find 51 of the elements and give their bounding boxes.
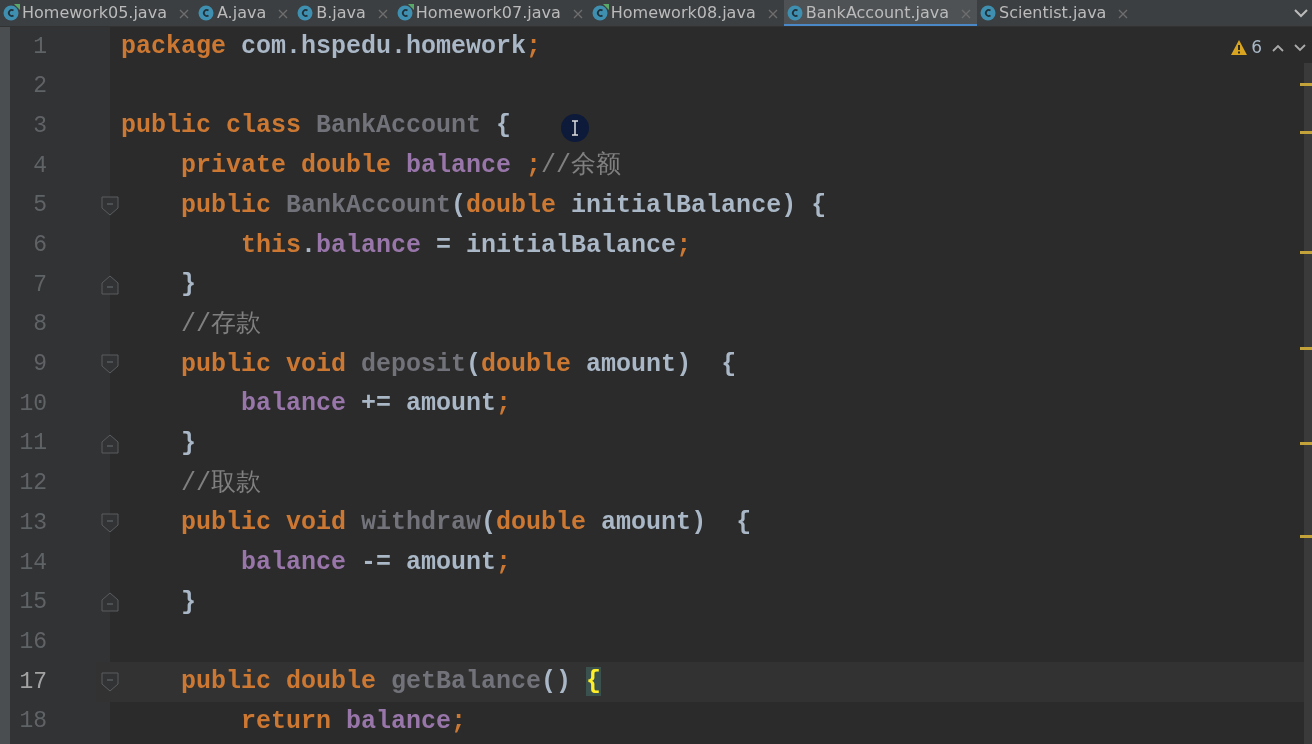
code-line: this.balance = initialBalance; — [240, 229, 692, 262]
mouse-cursor-icon — [560, 113, 590, 143]
warning-marker[interactable] — [1300, 535, 1312, 538]
code-line: package com.hspedu.homework; — [121, 31, 542, 64]
fold-marker-icon[interactable] — [101, 513, 119, 534]
warning-marker[interactable] — [1300, 131, 1312, 134]
close-icon[interactable] — [961, 8, 972, 19]
fold-end-marker-icon[interactable] — [101, 433, 119, 454]
warning-icon[interactable] — [1231, 40, 1248, 56]
fold-marker-icon[interactable] — [101, 354, 119, 375]
fold-marker-icon[interactable] — [101, 671, 119, 692]
line-number: 17 — [18, 667, 47, 697]
warning-count[interactable]: 6 — [1251, 35, 1262, 61]
fold-end-marker-icon[interactable] — [101, 274, 119, 295]
code-line: balance += amount; — [240, 388, 512, 421]
code-line: balance -= amount; — [240, 547, 512, 580]
code-line: //存款 — [180, 308, 261, 341]
file-tab[interactable]: Homework07.java — [393, 0, 589, 26]
warning-marker[interactable] — [1300, 347, 1312, 350]
fold-marker-icon[interactable] — [101, 195, 119, 216]
code-line: } — [180, 586, 196, 619]
warning-marker[interactable] — [1300, 442, 1312, 445]
code-line: public BankAccount(double initialBalance) { — [180, 189, 827, 222]
fold-end-marker-icon[interactable] — [101, 592, 119, 613]
code-line: //取款 — [180, 467, 261, 500]
close-icon[interactable] — [278, 8, 289, 19]
code-line: private double balance ;//余额 — [180, 150, 622, 183]
code-line: public void deposit(double amount) { — [180, 348, 737, 381]
warning-marker[interactable] — [1300, 83, 1312, 86]
next-icon[interactable] — [1294, 43, 1306, 52]
close-icon[interactable] — [1118, 8, 1129, 19]
file-tab[interactable]: BankAccount.java — [783, 0, 978, 26]
code-line: public void withdraw(double amount) { — [180, 507, 752, 540]
file-tab[interactable]: Homework05.java — [0, 0, 195, 26]
code-line: } — [180, 269, 196, 302]
previous-icon[interactable] — [1272, 43, 1284, 52]
scrollbar[interactable] — [1304, 63, 1312, 744]
code-line: public double getBalance() { — [180, 666, 602, 699]
code-line: public class BankAccount { — [121, 110, 512, 143]
chevron-down-icon[interactable] — [1294, 8, 1308, 18]
close-icon[interactable] — [377, 8, 388, 19]
close-icon[interactable] — [178, 8, 189, 19]
code-line: return balance; — [240, 705, 467, 738]
file-tab[interactable]: A.java — [194, 0, 295, 26]
code-line: } — [180, 427, 196, 460]
file-tab[interactable]: Scientist.java — [977, 0, 1135, 26]
file-tab[interactable]: Homework08.java — [588, 0, 784, 26]
close-icon[interactable] — [572, 8, 583, 19]
warning-marker[interactable] — [1300, 251, 1312, 254]
file-tab[interactable]: B.java — [294, 0, 394, 26]
close-icon[interactable] — [767, 8, 778, 19]
